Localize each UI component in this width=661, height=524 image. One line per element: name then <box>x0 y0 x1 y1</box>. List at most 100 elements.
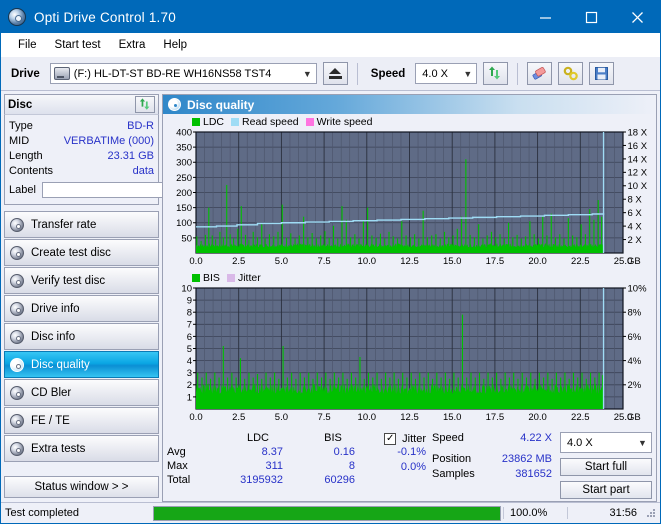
legend-label-ldc: LDC <box>203 115 225 128</box>
svg-text:GB: GB <box>627 256 641 267</box>
legend-item-read-speed: Read speed <box>231 116 299 128</box>
stats-corner <box>167 432 219 444</box>
eject-button[interactable] <box>322 62 348 85</box>
erase-button[interactable] <box>527 62 553 85</box>
minimize-button[interactable] <box>522 1 568 33</box>
legend-label-jitter: Jitter <box>237 271 261 284</box>
disc-refresh-button[interactable] <box>135 96 155 113</box>
disc-test-icon <box>10 273 24 288</box>
sidebar-item-disc-info[interactable]: Disc info <box>4 323 159 350</box>
disc-length-value: 23.31 GB <box>107 149 154 162</box>
menu-extra[interactable]: Extra <box>110 36 155 54</box>
chevron-down-icon: ▼ <box>463 68 473 79</box>
svg-text:15.0: 15.0 <box>443 412 462 423</box>
stats-row-avg-label: Avg <box>167 446 186 458</box>
disc-contents-value: data <box>132 164 154 177</box>
status-window-button[interactable]: Status window > > <box>4 476 159 498</box>
disc-type-value: BD-R <box>127 119 154 132</box>
tools-icon <box>563 66 578 81</box>
disc-row-contents: Contents data <box>9 163 154 178</box>
test-speed-select[interactable]: 4.0 X ▼ <box>560 432 652 453</box>
charts-area: LDC Read speed Write speed 50 100 150 200 25… <box>163 114 656 426</box>
svg-text:4%: 4% <box>628 356 642 367</box>
disc-row-label: Label <box>9 180 243 200</box>
svg-text:6 X: 6 X <box>628 208 643 219</box>
disc-mid-value: VERBATIMe (000) <box>63 134 154 147</box>
jitter-checkbox[interactable]: ✓ <box>384 433 397 445</box>
svg-text:250: 250 <box>176 173 192 184</box>
svg-text:15.0: 15.0 <box>443 256 462 267</box>
bottom-chart: 1 2 3 4 5 6 7 8 9 10 2% 4% 6% 8% 10% 0.0 2.5 5.0 7.5 10.0 12… <box>165 284 654 426</box>
legend-label-write-speed: Write speed <box>316 115 373 128</box>
legend-swatch-write-speed <box>305 117 314 126</box>
sidebar-item-extra-tests[interactable]: Extra tests <box>4 435 159 462</box>
disc-length-label: Length <box>9 149 43 162</box>
eject-icon <box>328 68 342 79</box>
disc-panel-title: Disc <box>8 98 33 111</box>
sidebar-item-fe-te[interactable]: FE / TE <box>4 407 159 434</box>
toolbar-separator <box>356 62 358 85</box>
save-button[interactable] <box>589 62 615 85</box>
window-title: Opti Drive Control 1.70 <box>34 9 176 25</box>
svg-text:8%: 8% <box>628 308 642 319</box>
svg-text:2 X: 2 X <box>628 235 643 246</box>
disc-panel-header: Disc <box>4 94 159 114</box>
progress-percent: 100.0% <box>503 507 567 519</box>
sidebar-nav: Transfer rate Create test disc Verify te… <box>4 211 159 462</box>
disc-type-label: Type <box>9 119 33 132</box>
jitter-avg-value: -0.1% <box>397 446 426 458</box>
start-full-button[interactable]: Start full <box>560 458 652 476</box>
status-text: Test completed <box>5 507 79 519</box>
sidebar-item-label: Disc info <box>31 330 76 343</box>
jitter-label: Jitter <box>402 433 426 445</box>
svg-text:4 X: 4 X <box>628 222 643 233</box>
svg-text:0.0: 0.0 <box>189 412 202 423</box>
close-button[interactable] <box>614 1 660 33</box>
svg-text:14 X: 14 X <box>628 154 648 165</box>
legend-swatch-ldc <box>192 117 200 126</box>
toolbar-separator <box>517 62 519 85</box>
svg-text:12 X: 12 X <box>628 168 648 179</box>
legend-swatch-jitter <box>226 273 235 282</box>
sidebar-item-transfer-rate[interactable]: Transfer rate <box>4 211 159 238</box>
sidebar-item-disc-quality[interactable]: Disc quality <box>4 351 159 378</box>
refresh-icon <box>489 66 501 80</box>
menu-file[interactable]: File <box>9 36 46 54</box>
disc-mid-label: MID <box>9 134 30 147</box>
sidebar-item-create-test-disc[interactable]: Create test disc <box>4 239 159 266</box>
sidebar-item-verify-test-disc[interactable]: Verify test disc <box>4 267 159 294</box>
svg-text:10%: 10% <box>628 284 648 294</box>
sidebar-item-drive-info[interactable]: Drive info <box>4 295 159 322</box>
sidebar-item-label: Create test disc <box>31 246 111 259</box>
bottom-chart-svg: 123456789 10 2% 4% 6% 8% 10% 0.0 2.5 5.0 7.5 10.0 12… <box>181 284 648 423</box>
maximize-button[interactable] <box>568 1 614 33</box>
jitter-column: ✓ Jitter -0.1% 0.0% <box>334 432 426 476</box>
title-bar: Opti Drive Control 1.70 <box>1 1 660 33</box>
resize-grip[interactable] <box>645 507 657 519</box>
tools-button[interactable] <box>558 62 584 85</box>
svg-text:10 X: 10 X <box>628 181 648 192</box>
disc-test-icon <box>10 385 24 400</box>
sidebar-item-cd-bler[interactable]: CD Bler <box>4 379 159 406</box>
svg-text:20.0: 20.0 <box>528 412 547 423</box>
svg-text:150: 150 <box>176 203 192 214</box>
menu-start-test[interactable]: Start test <box>46 36 110 54</box>
legend-item-ldc: LDC <box>192 116 224 128</box>
speed-select[interactable]: 4.0 X ▼ <box>415 63 478 84</box>
elapsed-time: 31:56 <box>567 507 645 519</box>
drive-label: Drive <box>11 67 40 80</box>
svg-text:1: 1 <box>187 392 192 403</box>
speed-select-value: 4.0 X <box>422 67 448 80</box>
readout-position-label: Position <box>432 453 472 465</box>
svg-text:6: 6 <box>187 332 192 343</box>
refresh-button[interactable] <box>483 62 509 85</box>
disc-info-panel: Type BD-R MID VERBATIMe (000) Length 23.… <box>4 114 243 205</box>
menu-help[interactable]: Help <box>154 36 196 54</box>
eraser-icon <box>532 67 546 80</box>
start-part-button[interactable]: Start part <box>560 481 652 499</box>
drive-select-value: (F:) HL-DT-ST BD-RE WH16NS58 TST4 <box>73 67 272 80</box>
main-body: Disc Type BD-R MID VERBATIMe (000) Lengt… <box>1 91 660 502</box>
svg-text:300: 300 <box>176 158 192 169</box>
drive-select[interactable]: (F:) HL-DT-ST BD-RE WH16NS58 TST4 ▼ <box>49 63 317 84</box>
sidebar-item-label: Disc quality <box>31 358 90 371</box>
